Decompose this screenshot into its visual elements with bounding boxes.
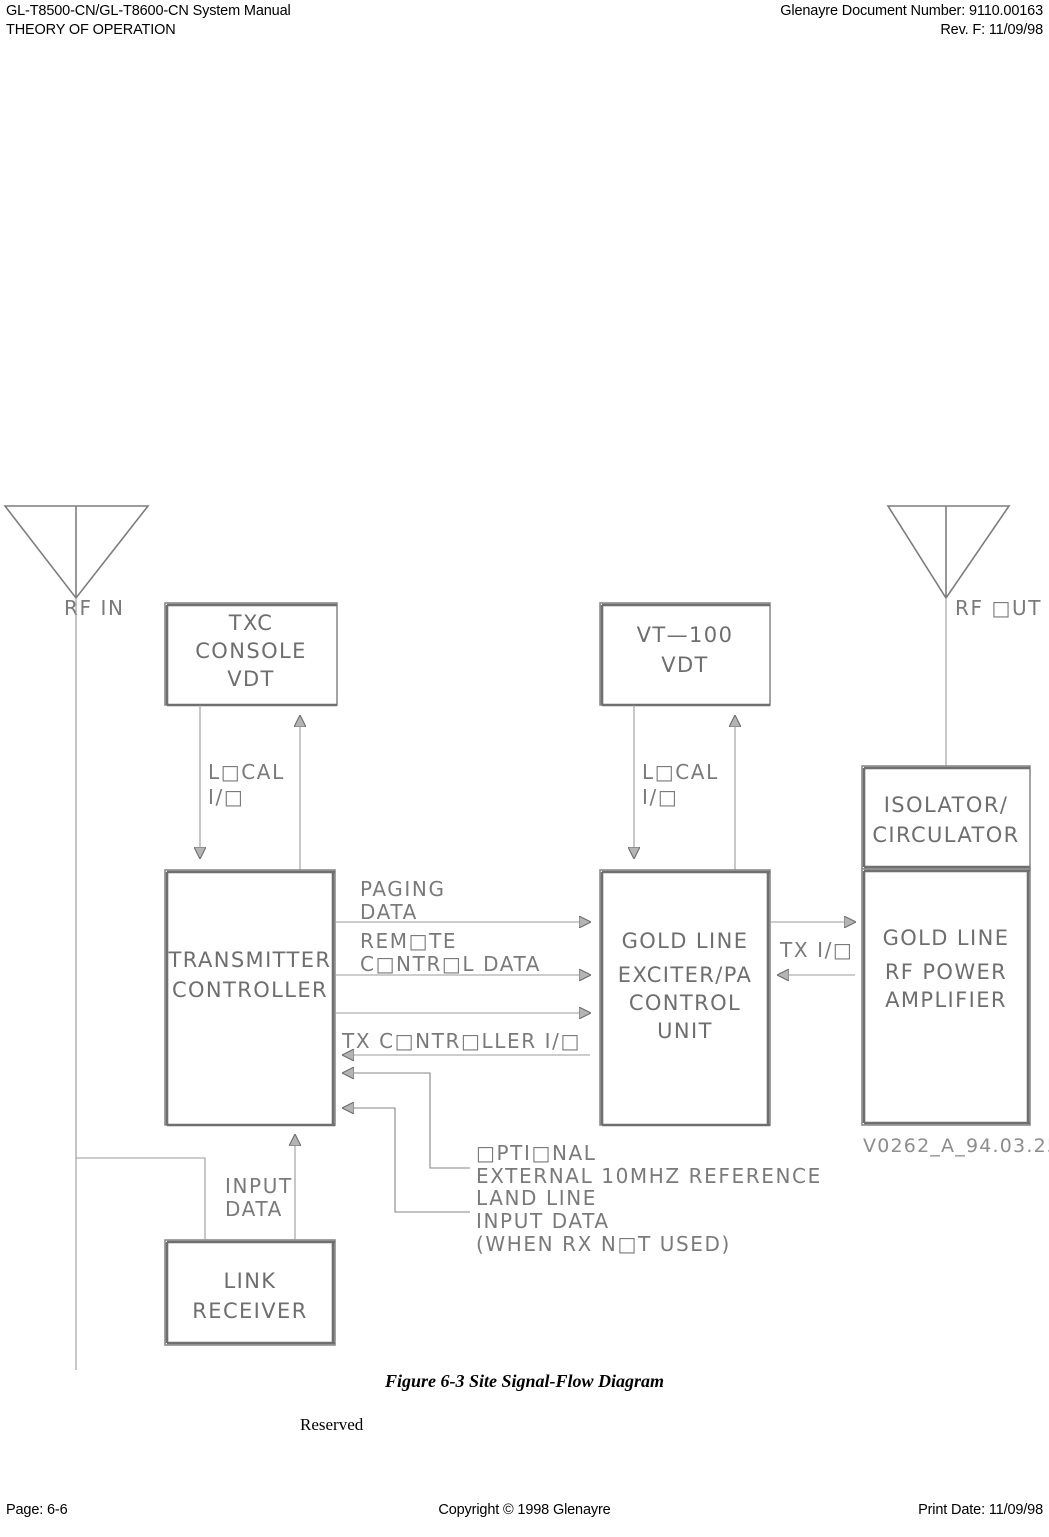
rf-out-label: RF □UT xyxy=(955,596,1042,620)
paging-data-line-1: PAGING xyxy=(360,877,446,901)
link-receiver-line-1: LINK xyxy=(224,1269,277,1293)
signal-paging-data: PAGING DATA xyxy=(335,877,590,924)
optional-ext-ref-line-2: EXTERNAL 10MHZ REFERENCE xyxy=(476,1164,822,1188)
copyright-text: Copyright © 1998 Glenayre xyxy=(438,1502,611,1518)
input-data-line-2: DATA xyxy=(225,1197,283,1221)
figure-version-tag: V0262_A_94.03.25 xyxy=(863,1135,1049,1157)
antenna-rf-out: RF □UT xyxy=(886,505,1042,766)
vt100-vdt-line-1: VT—100 xyxy=(637,623,734,647)
local-io-right-line-2: I/□ xyxy=(642,785,678,809)
page-number: Page: 6-6 xyxy=(6,1502,68,1518)
signal-input-data: INPUT DATA xyxy=(225,1135,295,1240)
local-io-left-line-1: L□CAL xyxy=(208,760,285,784)
local-io-right-line-1: L□CAL xyxy=(642,760,719,784)
txc-console-vdt-line-2: CONSOLE xyxy=(195,639,307,663)
block-isolator-circulator: ISOLATOR/ CIRCULATOR xyxy=(861,765,1031,870)
tx-controller-io-label: TX C□NTR□LLER I/□ xyxy=(341,1029,581,1053)
rf-in-label: RF IN xyxy=(64,596,125,620)
page-footer: Page: 6-6 Copyright © 1998 Glenayre Prin… xyxy=(0,1495,1049,1525)
site-signal-flow-diagram: RF IN RF □UT TXC CONSOLE VDT VT—100 VDT … xyxy=(0,470,1049,1370)
print-date: Print Date: 11/09/98 xyxy=(918,1502,1043,1518)
exciter-pa-line-4: UNIT xyxy=(657,1019,713,1043)
exciter-pa-line-1: GOLD LINE xyxy=(622,929,749,953)
block-link-receiver: LINK RECEIVER xyxy=(164,1239,336,1346)
transmitter-controller-line-1: TRANSMITTER xyxy=(168,948,332,972)
land-line-line-1: LAND LINE xyxy=(476,1186,597,1210)
signal-tx-io: TX I/□ xyxy=(770,922,855,975)
page-header: GL-T8500-CN/GL-T8600-CN System Manual TH… xyxy=(0,0,1049,44)
local-io-left-line-2: I/□ xyxy=(208,785,244,809)
block-rf-power-amplifier: GOLD LINE RF POWER AMPLIFIER xyxy=(861,868,1031,1126)
exciter-pa-line-2: EXCITER/PA xyxy=(618,963,752,987)
block-exciter-pa-control-unit: GOLD LINE EXCITER/PA CONTROL UNIT xyxy=(599,869,771,1127)
land-line-line-3: (WHEN RX N□T USED) xyxy=(476,1232,731,1256)
remote-control-data-line-1: REM□TE xyxy=(360,929,457,953)
signal-local-io-right: L□CAL I/□ xyxy=(634,705,735,870)
txc-console-vdt-line-3: VDT xyxy=(227,667,275,691)
rf-power-amp-line-3: AMPLIFIER xyxy=(885,988,1007,1012)
tx-io-label: TX I/□ xyxy=(779,938,853,962)
signal-local-io-left: L□CAL I/□ xyxy=(200,705,300,870)
block-txc-console-vdt: TXC CONSOLE VDT xyxy=(164,602,338,707)
signal-tx-controller-io: TX C□NTR□LLER I/□ xyxy=(341,1029,590,1055)
block-transmitter-controller: TRANSMITTER CONTROLLER xyxy=(164,869,336,1127)
link-receiver-line-2: RECEIVER xyxy=(192,1299,307,1323)
isolator-circulator-line-1: ISOLATOR/ xyxy=(884,793,1009,817)
manual-title: GL-T8500-CN/GL-T8600-CN System Manual xyxy=(6,3,291,19)
transmitter-controller-line-2: CONTROLLER xyxy=(172,978,328,1002)
txc-console-vdt-line-1: TXC xyxy=(228,611,274,635)
figure-caption: Figure 6-3 Site Signal-Flow Diagram xyxy=(384,1371,665,1391)
input-data-line-1: INPUT xyxy=(225,1174,293,1198)
paging-data-line-2: DATA xyxy=(360,900,418,924)
reserved-text: Reserved xyxy=(300,1415,364,1434)
document-revision: Rev. F: 11/09/98 xyxy=(940,22,1043,38)
signal-remote-control-data: REM□TE C□NTR□L DATA xyxy=(335,929,590,976)
vt100-vdt-line-2: VDT xyxy=(661,653,709,677)
section-title: THEORY OF OPERATION xyxy=(6,22,176,38)
rf-power-amp-line-2: RF POWER xyxy=(885,960,1007,984)
document-number: Glenayre Document Number: 9110.00163 xyxy=(780,3,1043,19)
remote-control-data-line-2: C□NTR□L DATA xyxy=(360,952,541,976)
land-line-line-2: INPUT DATA xyxy=(476,1209,610,1233)
block-vt100-vdt: VT—100 VDT xyxy=(599,602,771,707)
isolator-circulator-line-2: CIRCULATOR xyxy=(872,823,1019,847)
exciter-pa-line-3: CONTROL xyxy=(629,991,741,1015)
rf-power-amp-line-1: GOLD LINE xyxy=(883,926,1010,950)
optional-ext-ref-line-1: □PTI□NAL xyxy=(476,1141,597,1165)
